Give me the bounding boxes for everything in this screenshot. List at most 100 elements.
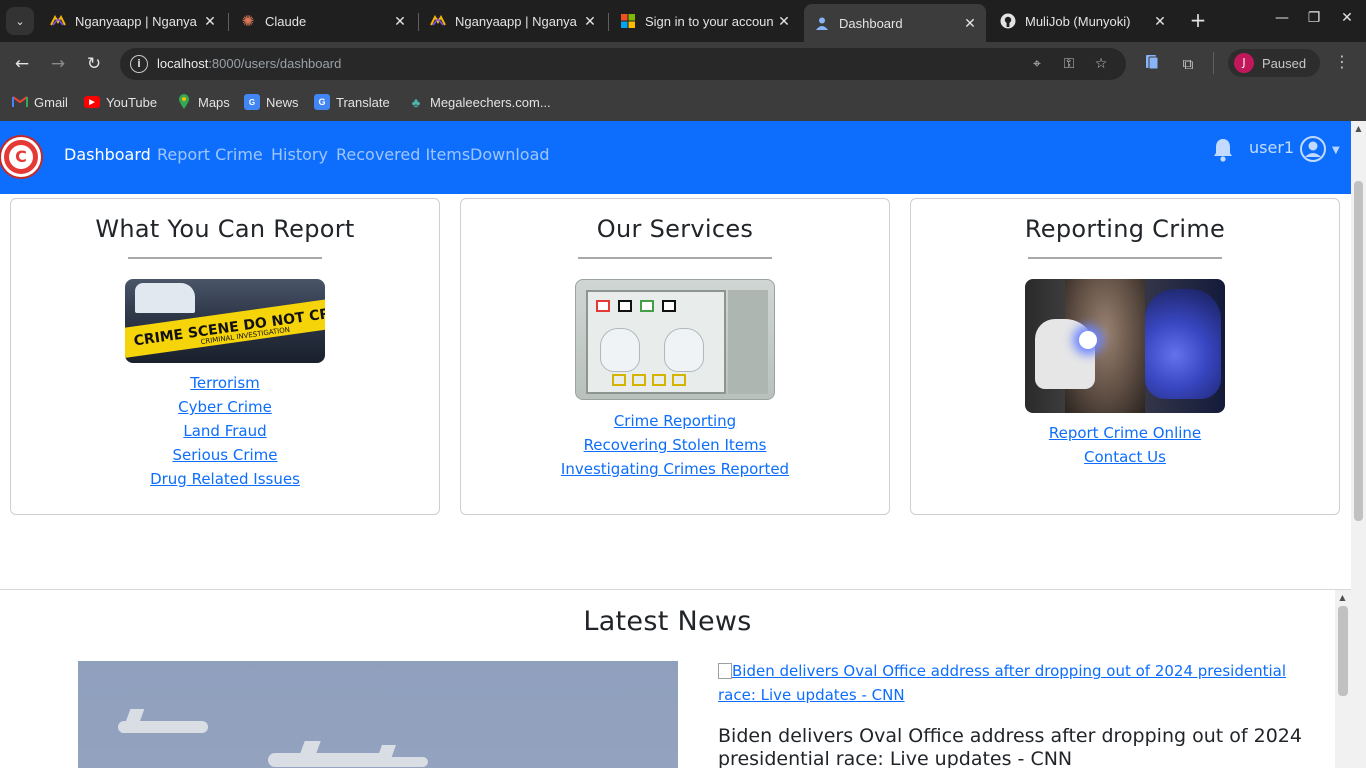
close-icon[interactable]: ✕ [960, 15, 980, 32]
news-section-title: Latest News [583, 606, 752, 637]
bookmark-translate[interactable]: G Translate [314, 91, 390, 113]
nav-history[interactable]: History [271, 145, 328, 164]
news-headline: Biden delivers Oval Office address after… [718, 725, 1302, 768]
link-list: Crime Reporting Recovering Stolen Items … [461, 409, 889, 481]
link-drug-related-issues[interactable]: Drug Related Issues [11, 467, 439, 491]
card-title: Reporting Crime [1024, 215, 1226, 243]
tab-nganyaapp-1[interactable]: Nganyaapp | Nganya ✕ [40, 4, 226, 38]
link-crime-reporting[interactable]: Crime Reporting [461, 409, 889, 433]
arrow-left-icon: ← [14, 54, 30, 74]
extensions-icon[interactable]: ⧉ [1178, 54, 1198, 74]
chevron-down-icon: ⌄ [15, 14, 25, 28]
reading-list-icon[interactable] [1142, 54, 1162, 74]
profile-button[interactable]: J Paused [1228, 49, 1320, 77]
bookmark-megaleechers[interactable]: ♣ Megaleechers.com... [408, 91, 551, 113]
link-investigating-crimes[interactable]: Investigating Crimes Reported [461, 457, 889, 481]
close-icon[interactable]: ✕ [200, 13, 220, 30]
news-image [78, 661, 678, 768]
broken-image-icon [718, 663, 732, 679]
url-text[interactable]: localhost:8000/users/dashboard [157, 56, 341, 71]
divider [578, 257, 772, 259]
new-tab-button[interactable]: + [1186, 9, 1210, 33]
news-scrollbar[interactable]: ▲ [1335, 590, 1351, 768]
window-close-button[interactable]: ✕ [1337, 10, 1357, 26]
back-button[interactable]: ← [10, 52, 34, 76]
link-serious-crime[interactable]: Serious Crime [11, 443, 439, 467]
link-contact-us[interactable]: Contact Us [911, 445, 1339, 469]
key-icon[interactable]: ⚿ [1060, 55, 1078, 73]
tab-microsoft-signin[interactable]: Sign in to your account ✕ [610, 4, 800, 38]
avatar: J [1234, 53, 1254, 73]
tab-nganyaapp-2[interactable]: Nganyaapp | Nganya ✕ [420, 4, 606, 38]
link-report-crime-online[interactable]: Report Crime Online [911, 421, 1339, 445]
card-what-you-can-report: What You Can Report CRIME SCENE DO NOT C… [10, 198, 440, 515]
tab-claude[interactable]: ✺ Claude ✕ [230, 4, 416, 38]
more-vertical-icon: ⋮ [1334, 52, 1350, 71]
scroll-up-icon[interactable]: ▲ [1354, 125, 1363, 133]
browser-menu-button[interactable]: ⋮ [1332, 52, 1352, 71]
reload-icon: ↻ [86, 54, 102, 74]
tab-dashboard[interactable]: Dashboard ✕ [804, 4, 986, 42]
minimize-button[interactable]: — [1272, 10, 1292, 26]
caret-down-icon[interactable]: ▼ [1332, 145, 1340, 156]
address-bar[interactable]: i localhost:8000/users/dashboard ⌖ ⚿ ☆ [120, 48, 1126, 80]
site-navbar: C Dashboard Report Crime History Recover… [0, 121, 1351, 194]
close-icon: ✕ [1341, 10, 1353, 26]
tab-title: Nganyaapp | Nganya [455, 13, 577, 29]
bookmark-news[interactable]: G News [244, 91, 299, 113]
logo-mark: C [9, 145, 33, 169]
tab-title: Nganyaapp | Nganya [75, 13, 197, 29]
restore-button[interactable]: ❐ [1304, 10, 1324, 26]
card-our-services: Our Services Crime Reporting Recovering … [460, 198, 890, 515]
site-logo[interactable]: C [1, 137, 41, 177]
tab-strip: ⌄ Nganyaapp | Nganya ✕ ✺ Claude ✕ Nganya… [0, 0, 1366, 42]
link-recovering-stolen-items[interactable]: Recovering Stolen Items [461, 433, 889, 457]
dashboard-icon [814, 15, 830, 31]
bookmark-maps[interactable]: Maps [176, 91, 230, 113]
link-cyber-crime[interactable]: Cyber Crime [11, 395, 439, 419]
bell-icon[interactable] [1212, 137, 1234, 163]
close-icon[interactable]: ✕ [1150, 13, 1170, 30]
divider [1028, 257, 1222, 259]
bookmark-gmail[interactable]: Gmail [12, 91, 68, 113]
close-icon[interactable]: ✕ [774, 13, 794, 30]
close-icon[interactable]: ✕ [580, 13, 600, 30]
forward-button[interactable]: → [46, 52, 70, 76]
close-icon[interactable]: ✕ [390, 13, 410, 30]
nav-report-crime[interactable]: Report Crime [157, 145, 263, 164]
fingerprint-scanner-image [575, 279, 775, 400]
news-article-link[interactable]: Biden delivers Oval Office address after… [718, 659, 1318, 707]
nav-dashboard[interactable]: Dashboard [64, 145, 151, 164]
nganya-icon [50, 13, 66, 29]
claude-icon: ✺ [241, 13, 255, 30]
tab-title: Dashboard [839, 15, 903, 31]
section-divider [0, 589, 1351, 590]
link-land-fraud[interactable]: Land Fraud [11, 419, 439, 443]
bookmarks-bar: Gmail ▶ YouTube Maps G News G Translate … [0, 86, 1366, 121]
gmail-icon [12, 94, 28, 110]
star-icon[interactable]: ☆ [1092, 55, 1110, 73]
reload-button[interactable]: ↻ [82, 52, 106, 76]
nav-recovered-items[interactable]: Recovered Items [336, 145, 470, 164]
nav-download[interactable]: Download [470, 145, 550, 164]
scrollbar-thumb[interactable] [1354, 181, 1363, 521]
link-terrorism[interactable]: Terrorism [11, 371, 439, 395]
username-label[interactable]: user1 [1249, 138, 1294, 157]
site-info-icon[interactable]: i [130, 55, 148, 73]
link-list: Terrorism Cyber Crime Land Fraud Serious… [11, 371, 439, 491]
restore-icon: ❐ [1307, 10, 1321, 26]
nganya-icon [430, 13, 446, 29]
tab-title: Sign in to your account [645, 13, 774, 29]
user-circle-icon[interactable] [1300, 136, 1326, 162]
location-icon[interactable]: ⌖ [1028, 55, 1046, 73]
megaleechers-icon: ♣ [411, 94, 421, 110]
bookmark-youtube[interactable]: ▶ YouTube [84, 91, 157, 113]
profile-status: Paused [1262, 55, 1307, 71]
scroll-up-icon[interactable]: ▲ [1338, 594, 1347, 602]
card-title: Our Services [596, 215, 754, 243]
plus-icon: + [1189, 8, 1207, 32]
page-scrollbar[interactable]: ▲ [1351, 121, 1366, 768]
tab-search-button[interactable]: ⌄ [6, 7, 34, 35]
tab-github[interactable]: MuliJob (Munyoki) ✕ [990, 4, 1176, 38]
scrollbar-thumb[interactable] [1338, 606, 1348, 696]
